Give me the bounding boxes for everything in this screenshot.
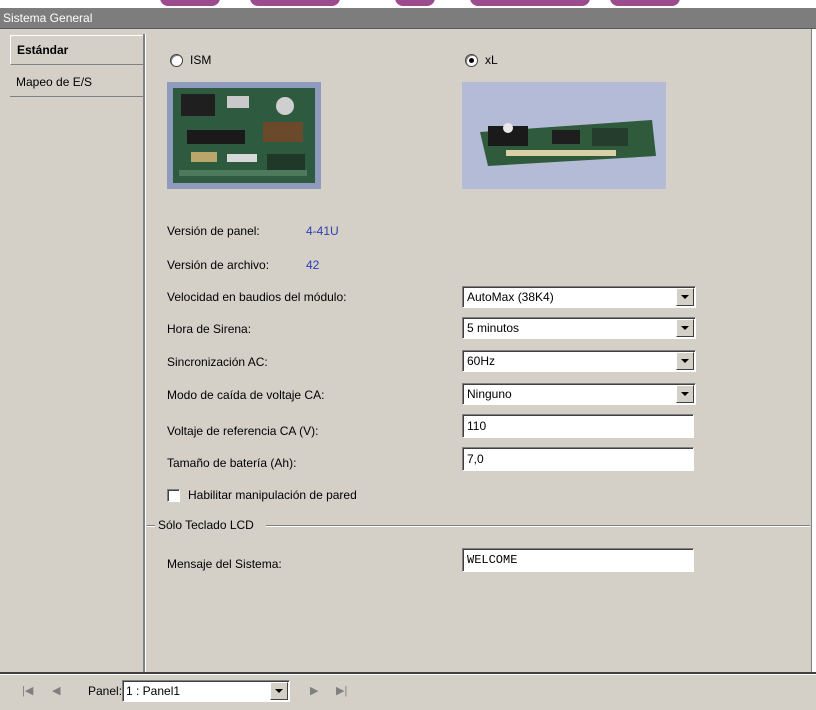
wall-tamper-checkbox[interactable] xyxy=(167,489,180,502)
window-title: Sistema General xyxy=(3,11,93,25)
lcd-group-title: Sólo Teclado LCD xyxy=(158,518,254,532)
ref-voltage-label: Voltaje de referencia CA (V): xyxy=(167,424,319,438)
battery-size-input[interactable]: 7,0 xyxy=(462,447,694,471)
radio-xl[interactable] xyxy=(465,54,478,67)
system-message-label: Mensaje del Sistema: xyxy=(167,557,282,571)
wall-tamper-label: Habilitar manipulación de pared xyxy=(188,488,357,502)
siren-time-label: Hora de Sirena: xyxy=(167,322,252,336)
system-message-value: WELCOME xyxy=(467,553,518,567)
voltage-drop-value: Ninguno xyxy=(467,387,512,401)
tab-estandar[interactable]: Estándar xyxy=(10,35,144,65)
system-message-input[interactable]: WELCOME xyxy=(462,548,694,572)
panel-select[interactable]: 1 : Panel1 xyxy=(122,680,290,702)
panel-version-value: 4-41U xyxy=(306,224,339,238)
radio-xl-label: xL xyxy=(485,53,498,67)
ism-board-image xyxy=(167,82,321,189)
ac-sync-label: Sincronización AC: xyxy=(167,355,268,369)
right-edge xyxy=(811,29,816,674)
next-record-icon[interactable]: ▶ xyxy=(310,684,318,697)
chevron-down-icon[interactable] xyxy=(676,319,694,337)
tab-divider xyxy=(143,34,146,674)
last-record-icon[interactable]: ▶| xyxy=(336,684,347,697)
chevron-down-icon[interactable] xyxy=(676,288,694,306)
battery-size-value: 7,0 xyxy=(467,452,484,466)
battery-size-label: Tamaño de batería (Ah): xyxy=(167,456,297,470)
chevron-down-icon[interactable] xyxy=(676,385,694,403)
baud-rate-label: Velocidad en baudios del módulo: xyxy=(167,290,347,304)
panel-label: Panel: xyxy=(88,684,123,698)
tab-label: Estándar xyxy=(17,43,69,57)
tab-label: Mapeo de E/S xyxy=(16,75,93,89)
first-record-icon[interactable]: |◀ xyxy=(22,684,33,697)
voltage-drop-label: Modo de caída de voltaje CA: xyxy=(167,388,325,402)
file-version-label: Versión de archivo: xyxy=(167,258,270,272)
radio-ism-label: ISM xyxy=(190,53,212,67)
header-strip xyxy=(0,0,816,8)
xl-board-image xyxy=(462,82,666,189)
baud-rate-select[interactable]: AutoMax (38K4) xyxy=(462,286,696,308)
panel-select-value: 1 : Panel1 xyxy=(126,684,181,698)
window-title-bar: Sistema General xyxy=(0,8,816,29)
group-line-right xyxy=(266,525,810,527)
ac-sync-value: 60Hz xyxy=(467,354,496,368)
ref-voltage-value: 110 xyxy=(467,419,487,433)
radio-ism[interactable] xyxy=(170,54,183,67)
chevron-down-icon[interactable] xyxy=(270,682,288,700)
previous-record-icon[interactable]: ◀ xyxy=(52,684,60,697)
chevron-down-icon[interactable] xyxy=(676,352,694,370)
siren-time-value: 5 minutos xyxy=(467,321,520,335)
siren-time-select[interactable]: 5 minutos xyxy=(462,317,696,339)
group-line-left xyxy=(147,525,155,527)
ac-sync-select[interactable]: 60Hz xyxy=(462,350,696,372)
baud-rate-value: AutoMax (38K4) xyxy=(467,290,554,304)
voltage-drop-select[interactable]: Ninguno xyxy=(462,383,696,405)
tab-mapeo-es[interactable]: Mapeo de E/S xyxy=(10,68,143,97)
panel-version-label: Versión de panel: xyxy=(167,224,260,238)
file-version-value: 42 xyxy=(306,258,320,272)
ref-voltage-input[interactable]: 110 xyxy=(462,414,694,438)
